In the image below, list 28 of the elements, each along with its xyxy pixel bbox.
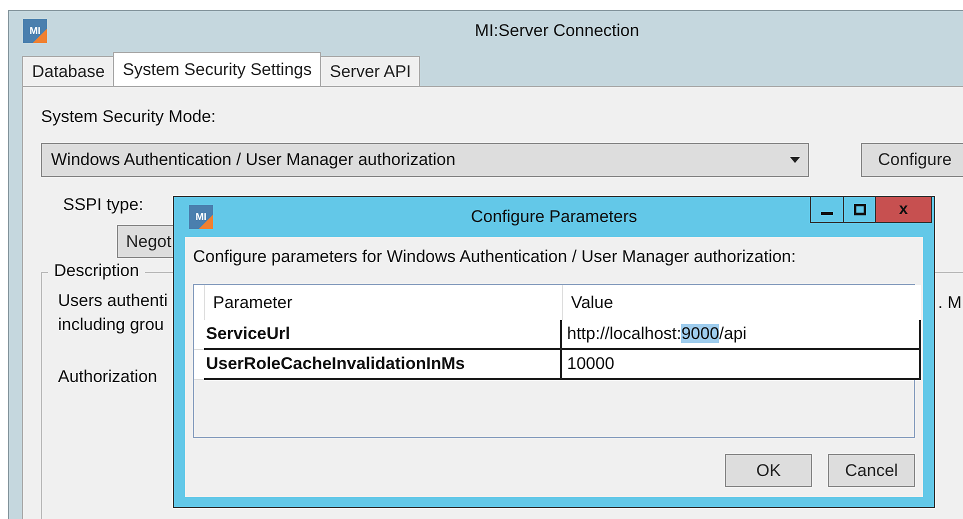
app-logo-icon: MI bbox=[23, 19, 47, 43]
tab[interactable]: Server API bbox=[320, 56, 420, 86]
column-header: Value bbox=[562, 285, 921, 321]
parameter-cell[interactable]: ServiceUrl bbox=[204, 320, 562, 350]
minimize-icon bbox=[821, 212, 833, 215]
parameter-cell[interactable]: UserRoleCacheInvalidationInMs bbox=[204, 350, 562, 380]
tab[interactable]: System Security Settings bbox=[112, 52, 321, 86]
field-label: SSPI type: bbox=[63, 195, 144, 215]
dropdown-caret-icon bbox=[790, 156, 800, 164]
tab[interactable]: Database bbox=[22, 56, 114, 86]
app-logo-icon: MI bbox=[189, 205, 213, 229]
maximize-icon bbox=[854, 204, 866, 216]
dialog-title: Configure Parameters bbox=[470, 207, 638, 226]
field-label: System Security Mode: bbox=[41, 107, 216, 127]
window-title: MI:Server Connection bbox=[474, 21, 640, 40]
dialog-button[interactable]: Cancel bbox=[828, 454, 915, 487]
value-cell[interactable]: 10000 bbox=[562, 350, 921, 380]
authorization-text: Authorization bbox=[58, 367, 158, 387]
value-cell[interactable]: http://localhost:9000/api bbox=[562, 320, 921, 350]
description-text: Users authenti bbox=[58, 291, 168, 311]
group-legend: Description bbox=[48, 261, 146, 281]
description-text: including grou bbox=[58, 315, 164, 335]
close-button[interactable]: x bbox=[875, 197, 931, 222]
dialog-prompt: Configure parameters for Windows Authentication / User Manager authorization: bbox=[193, 247, 797, 267]
description-text: . M bbox=[938, 293, 962, 313]
dialog-button[interactable]: OK bbox=[725, 454, 812, 487]
mode-dropdown[interactable]: Windows Authentication / User Manager authorization bbox=[41, 143, 809, 177]
configure-button[interactable]: Configure bbox=[861, 143, 963, 177]
